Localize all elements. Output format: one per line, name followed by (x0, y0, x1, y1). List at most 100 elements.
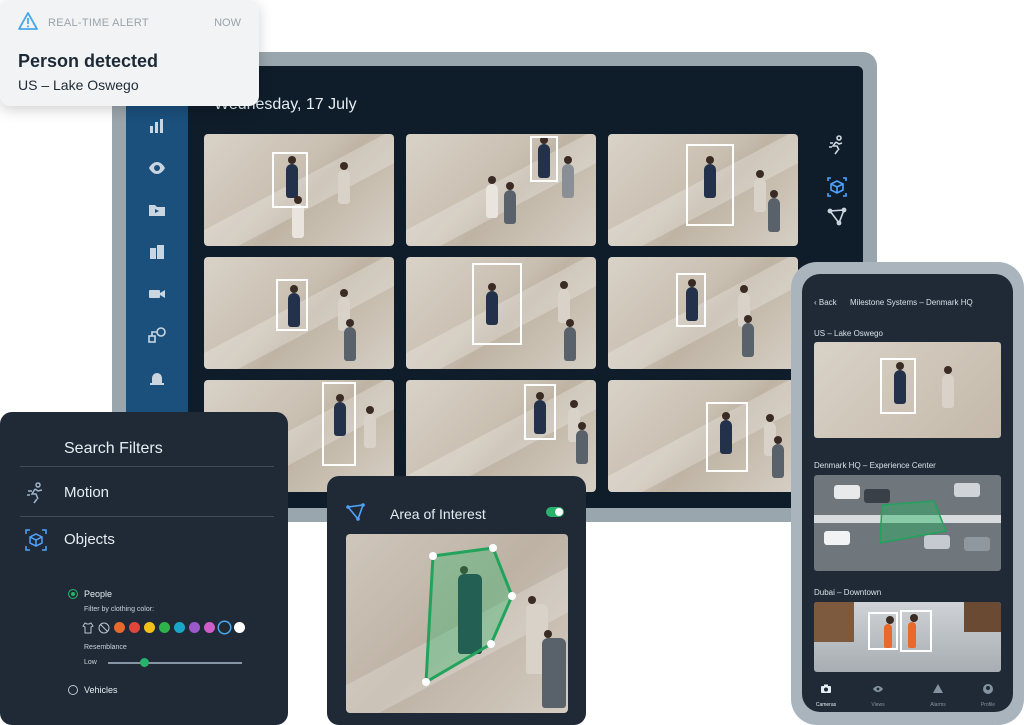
eye-icon[interactable] (126, 148, 188, 188)
phone-title: Milestone Systems – Denmark HQ (850, 298, 973, 307)
nav-alarms[interactable]: Alarms (918, 682, 958, 708)
person (942, 366, 954, 408)
object-icon[interactable] (24, 528, 48, 552)
motion-icon[interactable] (826, 134, 848, 156)
alert-location: US – Lake Oswego (18, 77, 139, 93)
alert-label: REAL-TIME ALERT (48, 17, 149, 29)
divider (20, 466, 274, 467)
camera-tile[interactable] (204, 257, 394, 369)
camera-icon[interactable] (126, 274, 188, 314)
alarm-icon (933, 684, 943, 693)
person (364, 406, 376, 448)
camera-tile[interactable] (608, 257, 798, 369)
motion-filter-label[interactable]: Motion (64, 484, 109, 501)
detection-box (272, 152, 308, 208)
detection-box (524, 384, 556, 440)
detection-box (472, 263, 522, 345)
objects-filter-label[interactable]: Objects (64, 531, 115, 548)
person (576, 422, 588, 464)
alert-time: NOW (214, 17, 241, 29)
person (562, 156, 574, 198)
color-swatch[interactable] (234, 622, 245, 633)
filters-title: Search Filters (64, 440, 163, 457)
color-swatch[interactable] (219, 622, 230, 633)
aoi-title: Area of Interest (390, 506, 486, 522)
color-swatch[interactable] (159, 622, 170, 633)
clothing-color-swatches (82, 622, 272, 636)
person (292, 196, 304, 238)
search-filters-panel: Search Filters Motion Objects People Fil… (0, 412, 288, 725)
phone-camera-tile[interactable] (814, 602, 1001, 672)
color-swatch[interactable] (174, 622, 185, 633)
camera-tile[interactable] (608, 134, 798, 246)
detection-box (880, 358, 916, 414)
person (558, 281, 570, 323)
workflow-icon[interactable] (126, 316, 188, 356)
crates (814, 602, 854, 642)
camera-tile[interactable] (608, 380, 798, 492)
profile-icon (983, 684, 993, 694)
chart-icon[interactable] (126, 106, 188, 146)
nav-profile[interactable]: Profile (968, 682, 1008, 708)
motion-icon[interactable] (24, 481, 48, 505)
phone-cam-label: Denmark HQ – Experience Center (814, 461, 936, 470)
phone-cam-label: US – Lake Oswego (814, 329, 883, 338)
camera-tile[interactable] (406, 257, 596, 369)
aoi-toggle[interactable] (546, 507, 564, 517)
phone-camera-tile[interactable] (814, 342, 1001, 438)
phone-frame: ‹ Back Milestone Systems – Denmark HQ US… (791, 262, 1024, 725)
warning-icon (18, 12, 38, 30)
camera-tile[interactable] (204, 134, 394, 246)
person (772, 436, 784, 478)
color-swatch[interactable] (144, 622, 155, 633)
area-of-interest-panel: Area of Interest (327, 476, 586, 725)
camera-tile[interactable] (406, 134, 596, 246)
detection-box (868, 612, 898, 650)
resemblance-slider-thumb[interactable] (140, 658, 149, 667)
person (344, 319, 356, 361)
vehicles-radio[interactable] (68, 685, 78, 695)
no-color-icon[interactable] (98, 622, 110, 634)
person (564, 319, 576, 361)
detection-box (530, 136, 558, 182)
detection-box (676, 273, 706, 327)
aoi-camera-image[interactable] (346, 534, 568, 713)
color-swatch[interactable] (189, 622, 200, 633)
aoi-polygon (879, 500, 948, 544)
nav-views[interactable]: Views (858, 682, 898, 708)
alert-title: Person detected (18, 51, 159, 71)
nav-label: Views (871, 702, 885, 708)
person (338, 162, 350, 204)
shirt-icon (82, 622, 94, 634)
color-swatch[interactable] (129, 622, 140, 633)
people-radio[interactable] (68, 589, 78, 599)
divider (20, 516, 274, 517)
person (742, 315, 754, 357)
color-swatch[interactable] (204, 622, 215, 633)
area-icon (346, 503, 365, 521)
detection-box (686, 144, 734, 226)
eye-icon (873, 686, 883, 692)
folder-icon[interactable] (126, 190, 188, 230)
object-icon[interactable] (826, 176, 848, 198)
back-button[interactable]: ‹ Back (814, 298, 837, 307)
buildings-icon[interactable] (126, 232, 188, 272)
crates (964, 602, 1001, 632)
clothing-color-label: Filter by clothing color: (84, 606, 155, 613)
alert-card[interactable]: REAL-TIME ALERT NOW Person detected US –… (0, 0, 259, 106)
area-icon[interactable] (826, 206, 848, 228)
nav-label: Cameras (815, 702, 837, 708)
detection-box (276, 279, 308, 331)
color-swatch[interactable] (114, 622, 125, 633)
alarm-icon[interactable] (126, 358, 188, 398)
detection-box (706, 402, 748, 472)
phone-camera-tile[interactable] (814, 475, 1001, 571)
person (486, 176, 498, 218)
nav-cameras[interactable]: Cameras (806, 682, 846, 708)
resemblance-low-label: Low (84, 659, 97, 666)
resemblance-slider[interactable] (108, 662, 242, 664)
nav-label: Alarms (930, 702, 946, 708)
aoi-polygon[interactable] (346, 534, 568, 713)
detection-box (900, 610, 932, 652)
person (754, 170, 766, 212)
